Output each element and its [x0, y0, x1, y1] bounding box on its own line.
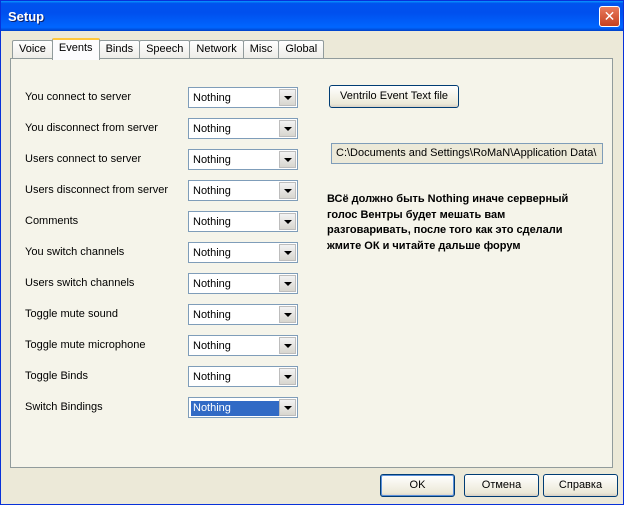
chevron-down-icon[interactable]	[279, 120, 296, 137]
select-value: Nothing	[193, 340, 231, 352]
event-label: Users switch channels	[25, 277, 135, 289]
event-label: Toggle Binds	[25, 370, 88, 382]
tab-binds[interactable]: Binds	[98, 40, 141, 59]
event-action-select[interactable]: Nothing	[188, 242, 298, 263]
cancel-button[interactable]: Отмена	[464, 474, 539, 497]
select-value: Nothing	[193, 247, 231, 259]
dialog-client: Voice Events Binds Speech Network Misc G…	[4, 31, 620, 502]
event-row-users-connect: Users connect to server Nothing	[25, 149, 305, 171]
ok-button[interactable]: OK	[380, 474, 455, 497]
events-panel: You connect to server Nothing You discon…	[10, 58, 613, 468]
event-label: You switch channels	[25, 246, 125, 258]
event-row-users-switch-channels: Users switch channels Nothing	[25, 273, 305, 295]
event-action-select[interactable]: Nothing	[188, 397, 298, 418]
event-action-select[interactable]: Nothing	[188, 273, 298, 294]
title-bar[interactable]: Setup ✕	[1, 1, 623, 31]
close-icon: ✕	[603, 8, 616, 24]
tab-misc[interactable]: Misc	[242, 40, 280, 59]
select-value: Nothing	[193, 123, 231, 135]
tab-events[interactable]: Events	[51, 38, 100, 60]
chevron-down-icon[interactable]	[279, 275, 296, 292]
chevron-down-icon[interactable]	[279, 182, 296, 199]
select-value: Nothing	[193, 309, 231, 321]
event-label: Comments	[25, 215, 79, 227]
event-row-users-disconnect: Users disconnect from server Nothing	[25, 180, 305, 202]
event-row-you-switch-channels: You switch channels Nothing	[25, 242, 305, 264]
chevron-down-icon[interactable]	[279, 368, 296, 385]
event-label: Users disconnect from server	[25, 184, 169, 196]
select-value: Nothing	[193, 278, 231, 290]
chevron-down-icon[interactable]	[279, 89, 296, 106]
close-button[interactable]: ✕	[599, 6, 620, 27]
tab-global[interactable]: Global	[278, 40, 325, 59]
event-action-select[interactable]: Nothing	[188, 180, 298, 201]
tab-strip: Voice Events Binds Speech Network Misc G…	[12, 38, 325, 60]
select-value: Nothing	[193, 92, 231, 104]
select-value: Nothing	[193, 371, 231, 383]
event-row-toggle-binds: Toggle Binds Nothing	[25, 366, 305, 388]
chevron-down-icon[interactable]	[279, 399, 296, 416]
event-text-file-button[interactable]: Ventrilo Event Text file	[329, 85, 459, 108]
help-button[interactable]: Справка	[543, 474, 618, 497]
event-label: Switch Bindings	[25, 401, 103, 413]
event-action-select[interactable]: Nothing	[188, 87, 298, 108]
chevron-down-icon[interactable]	[279, 151, 296, 168]
event-action-select[interactable]: Nothing	[188, 366, 298, 387]
instruction-note: ВСё должно быть Nothing иначе серверный …	[327, 193, 569, 252]
select-value: Nothing	[193, 185, 231, 197]
event-action-select[interactable]: Nothing	[188, 149, 298, 170]
select-value: Nothing	[191, 401, 279, 416]
event-label: You disconnect from server	[25, 122, 158, 134]
event-label: Toggle mute sound	[25, 308, 118, 320]
chevron-down-icon[interactable]	[279, 213, 296, 230]
event-action-select[interactable]: Nothing	[188, 335, 298, 356]
chevron-down-icon[interactable]	[279, 306, 296, 323]
chevron-down-icon[interactable]	[279, 337, 296, 354]
event-label: You connect to server	[25, 91, 131, 103]
chevron-down-icon[interactable]	[279, 244, 296, 261]
event-row-toggle-mute-sound: Toggle mute sound Nothing	[25, 304, 305, 326]
event-label: Toggle mute microphone	[25, 339, 146, 351]
event-row-switch-bindings: Switch Bindings Nothing	[25, 397, 305, 419]
tab-voice[interactable]: Voice	[12, 40, 53, 59]
setup-window: Setup ✕ Voice Events Binds Speech Networ…	[0, 0, 624, 505]
event-row-toggle-mute-microphone: Toggle mute microphone Nothing	[25, 335, 305, 357]
select-value: Nothing	[193, 154, 231, 166]
event-label: Users connect to server	[25, 153, 142, 165]
event-action-select[interactable]: Nothing	[188, 118, 298, 139]
tab-speech[interactable]: Speech	[139, 40, 191, 59]
event-row-comments: Comments Nothing	[25, 211, 305, 233]
event-action-select[interactable]: Nothing	[188, 304, 298, 325]
event-row-you-disconnect: You disconnect from server Nothing	[25, 118, 305, 140]
tab-network[interactable]: Network	[189, 40, 244, 59]
window-title: Setup	[8, 9, 45, 24]
event-text-path-field[interactable]: C:\Documents and Settings\RoMaN\Applicat…	[331, 143, 603, 164]
event-action-select[interactable]: Nothing	[188, 211, 298, 232]
event-row-you-connect: You connect to server Nothing	[25, 87, 305, 109]
select-value: Nothing	[193, 216, 231, 228]
